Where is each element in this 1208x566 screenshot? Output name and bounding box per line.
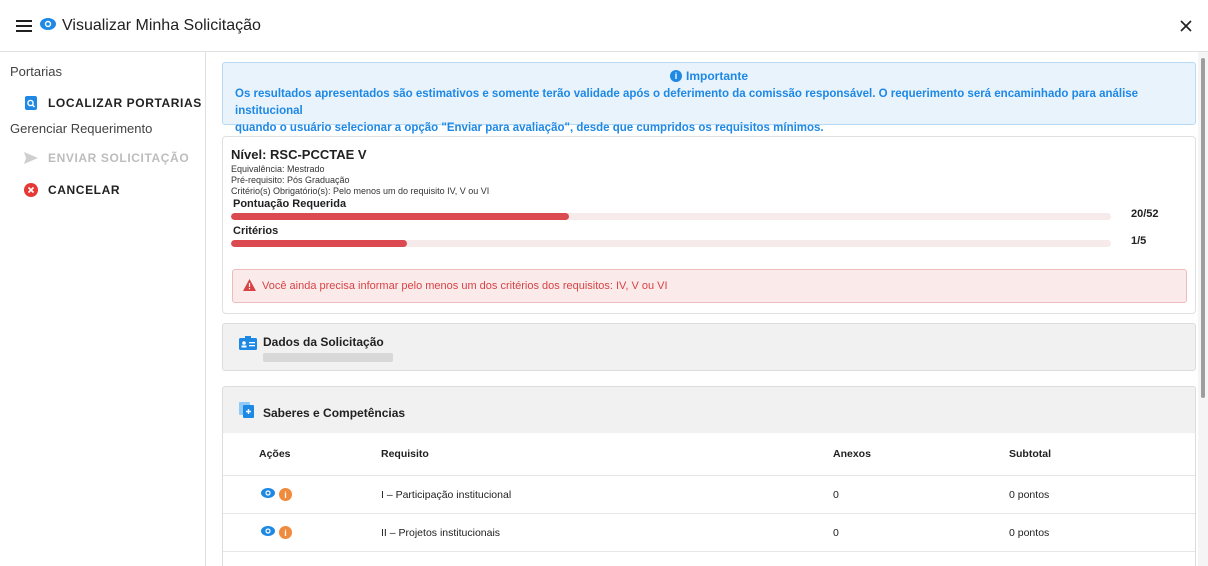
info-alert-heading: Importante <box>685 69 748 83</box>
info-orange-icon[interactable]: i <box>279 526 292 539</box>
cancel-icon <box>24 183 38 197</box>
info-alert-line1: Os resultados apresentados são estimativ… <box>235 88 1139 117</box>
cancelar-button[interactable]: CANCELAR <box>0 176 205 204</box>
menu-icon[interactable] <box>14 16 34 36</box>
pontuacao-label: Pontuação Requerida <box>233 198 347 210</box>
error-alert: Você ainda precisa informar pelo menos u… <box>232 269 1187 303</box>
table-row: i II – Projetos institucionais 0 0 ponto… <box>223 514 1195 552</box>
info-orange-icon[interactable]: i <box>279 488 292 501</box>
equivalencia-text: Equivalência: Mestrado <box>231 164 325 174</box>
prerequisito-text: Pré-requisito: Pós Graduação <box>231 175 350 185</box>
header-anexos: Anexos <box>833 448 871 460</box>
sidebar: Portarias LOCALIZAR PORTARIAS Gerenciar … <box>0 52 206 566</box>
header-requisito: Requisito <box>381 448 429 460</box>
id-card-icon <box>239 336 257 355</box>
anexos-cell: 0 <box>833 526 839 539</box>
enviar-solicitacao-button[interactable]: ENVIAR SOLICITAÇÃO <box>0 144 205 172</box>
sidebar-section-gerenciar: Gerenciar Requerimento <box>10 121 153 136</box>
view-eye-icon[interactable] <box>261 526 275 539</box>
info-alert: i Importante Os resultados apresentados … <box>222 62 1196 134</box>
requisito-cell: II – Projetos institucionais <box>381 526 501 539</box>
subtotal-cell: 0 pontos <box>1009 488 1050 501</box>
dados-solicitacao-panel[interactable]: Dados da Solicitação <box>222 323 1196 371</box>
eye-icon <box>40 17 56 35</box>
criterios-progress-fill <box>231 240 407 247</box>
criterios-label: Critérios <box>233 225 279 237</box>
localizar-portarias-button[interactable]: LOCALIZAR PORTARIAS <box>0 89 205 117</box>
nivel-card: Nível: RSC-PCCTAE V Equivalência: Mestra… <box>222 136 1196 314</box>
error-alert-text: Você ainda precisa informar pelo menos u… <box>262 280 668 292</box>
view-eye-icon[interactable] <box>261 488 275 501</box>
sidebar-section-portarias: Portarias <box>10 64 63 79</box>
saberes-competencias-panel[interactable]: Saberes e Competências <box>222 386 1196 434</box>
enviar-solicitacao-label: ENVIAR SOLICITAÇÃO <box>48 151 190 165</box>
pontuacao-value: 20/52 <box>1131 208 1159 220</box>
page-title: Visualizar Minha Solicitação <box>62 16 261 34</box>
search-document-icon <box>24 96 38 110</box>
localizar-portarias-label: LOCALIZAR PORTARIAS <box>48 96 202 110</box>
header-subtotal: Subtotal <box>1009 448 1051 460</box>
app-header: Visualizar Minha Solicitação <box>0 0 1208 52</box>
header-acoes: Ações <box>259 448 291 460</box>
info-alert-line2: quando o usuário selecionar a opção "Env… <box>235 122 824 134</box>
documents-icon <box>239 402 255 423</box>
table-row-partial <box>223 552 1195 566</box>
dados-solicitacao-title: Dados da Solicitação <box>263 334 384 349</box>
pontuacao-progress-fill <box>231 213 570 220</box>
criterios-value: 1/5 <box>1131 235 1147 247</box>
info-icon: i <box>669 70 682 82</box>
send-icon <box>24 151 38 165</box>
table-row: i I – Participação institucional 0 0 pon… <box>223 476 1195 514</box>
dados-placeholder <box>263 353 393 362</box>
pontuacao-progress: 20/52 <box>231 208 1187 224</box>
anexos-cell: 0 <box>833 488 839 501</box>
saberes-competencias-title: Saberes e Competências <box>263 405 406 420</box>
scrollbar-thumb[interactable] <box>1201 58 1205 398</box>
requisitos-table: Ações Requisito Anexos Subtotal i I – Pa… <box>222 433 1196 566</box>
table-header-row: Ações Requisito Anexos Subtotal <box>223 433 1195 476</box>
criterios-progress: 1/5 <box>231 235 1187 251</box>
scrollbar[interactable] <box>1198 52 1208 566</box>
requisito-cell: I – Participação institucional <box>381 488 512 501</box>
warning-icon <box>243 278 256 294</box>
close-icon[interactable] <box>1176 16 1196 36</box>
nivel-title: Nível: RSC-PCCTAE V <box>231 147 367 162</box>
main-content: i Importante Os resultados apresentados … <box>206 52 1198 566</box>
cancelar-label: CANCELAR <box>48 183 121 197</box>
criterios-obrigatorios-text: Critério(s) Obrigatório(s): Pelo menos u… <box>231 186 490 196</box>
subtotal-cell: 0 pontos <box>1009 526 1050 539</box>
